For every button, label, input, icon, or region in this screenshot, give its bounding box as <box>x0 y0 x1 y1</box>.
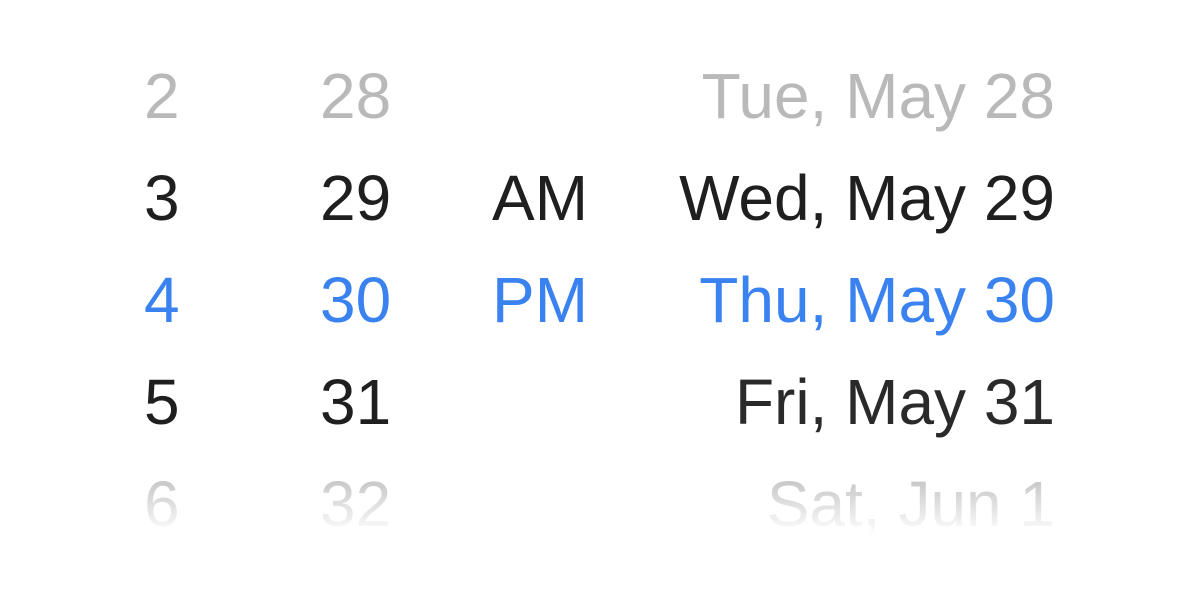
ampm-option[interactable]: AM <box>470 147 610 249</box>
date-option[interactable]: Wed, May 29 <box>600 147 1055 249</box>
ampm-wheel[interactable]: AM PM <box>470 45 610 535</box>
minute-option-selected[interactable]: 30 <box>300 249 410 351</box>
hour-option-selected[interactable]: 4 <box>120 249 210 351</box>
hour-option[interactable]: 5 <box>120 351 210 453</box>
date-wheel[interactable]: Tue, May 28 Wed, May 29 Thu, May 30 Fri,… <box>600 45 1055 535</box>
minute-option[interactable]: 32 <box>300 453 410 535</box>
hour-option[interactable]: 6 <box>120 453 210 535</box>
date-option-selected[interactable]: Thu, May 30 <box>600 249 1055 351</box>
ampm-option-selected[interactable]: PM <box>470 249 610 351</box>
hour-option[interactable]: 3 <box>120 147 210 249</box>
minute-option[interactable]: 31 <box>300 351 410 453</box>
date-option[interactable]: Sat, Jun 1 <box>600 453 1055 535</box>
date-option[interactable]: Tue, May 28 <box>600 45 1055 147</box>
minute-option[interactable]: 28 <box>300 45 410 147</box>
hour-wheel[interactable]: 2 3 4 5 6 <box>120 45 210 535</box>
minute-wheel[interactable]: 28 29 30 31 32 <box>300 45 410 535</box>
hour-option[interactable]: 2 <box>120 45 210 147</box>
date-time-picker: 2 3 4 5 6 28 29 30 31 32 AM PM Tue, May … <box>0 0 1200 600</box>
date-option[interactable]: Fri, May 31 <box>600 351 1055 453</box>
minute-option[interactable]: 29 <box>300 147 410 249</box>
